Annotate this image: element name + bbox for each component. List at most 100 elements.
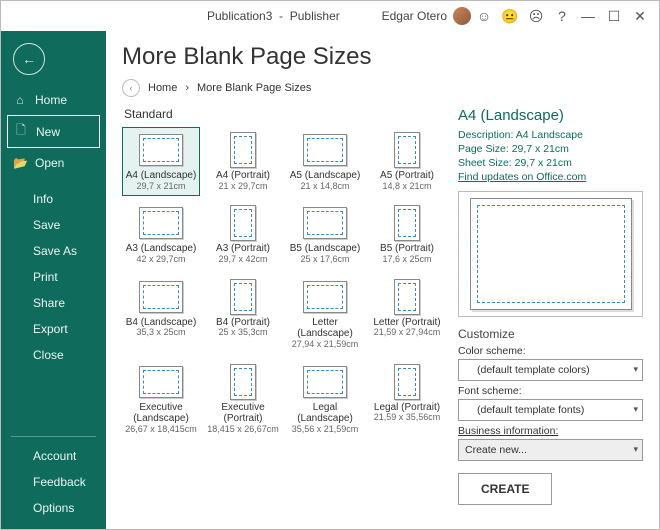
nav-close[interactable]: Close bbox=[1, 342, 106, 368]
selected-title: A4 (Landscape) bbox=[458, 107, 643, 124]
template-dimensions: 17,6 x 25cm bbox=[382, 255, 431, 265]
template-tile[interactable]: B5 (Landscape)25 x 17,6cm bbox=[286, 200, 364, 269]
titlebar: Publication3 - Publisher Edgar Otero ☺ 😐… bbox=[1, 1, 659, 31]
nav-options[interactable]: Options bbox=[1, 495, 106, 521]
preview-box bbox=[458, 191, 643, 317]
business-info-select[interactable]: Create new...▾ bbox=[458, 439, 643, 461]
template-name: Executive (Landscape) bbox=[125, 402, 197, 425]
template-dimensions: 35,3 x 25cm bbox=[136, 328, 185, 338]
page-thumb bbox=[303, 366, 347, 398]
template-tile[interactable]: Executive (Portrait)18,415 x 26,67cm bbox=[204, 359, 282, 440]
template-dimensions: 14,8 x 21cm bbox=[382, 182, 431, 192]
template-tile[interactable]: B4 (Portrait)25 x 35,3cm bbox=[204, 274, 282, 355]
template-dimensions: 21,59 x 35,56cm bbox=[374, 413, 441, 423]
template-name: Legal (Landscape) bbox=[289, 402, 361, 425]
template-tile[interactable]: Executive (Landscape)26,67 x 18,415cm bbox=[122, 359, 200, 440]
template-name: Executive (Portrait) bbox=[207, 402, 279, 425]
nav-home[interactable]: ⌂Home bbox=[1, 87, 106, 113]
page-thumb bbox=[230, 132, 256, 168]
template-dimensions: 29,7 x 42cm bbox=[218, 255, 267, 265]
back-button[interactable]: ← bbox=[13, 43, 45, 75]
template-dimensions: 21 x 29,7cm bbox=[218, 182, 267, 192]
preview-page bbox=[470, 198, 632, 310]
nav-account[interactable]: Account bbox=[1, 443, 106, 469]
account-area[interactable]: Edgar Otero bbox=[382, 7, 471, 25]
face-sad-icon[interactable]: ☹ bbox=[523, 3, 549, 29]
close-icon[interactable]: ✕ bbox=[627, 3, 653, 29]
templates-area: Standard A4 (Landscape)29,7 x 21cmA4 (Po… bbox=[122, 107, 446, 521]
page-thumb bbox=[139, 134, 183, 166]
nav-info[interactable]: Info bbox=[1, 186, 106, 212]
breadcrumb-home[interactable]: Home bbox=[148, 82, 177, 94]
template-dimensions: 18,415 x 26,67cm bbox=[207, 425, 279, 435]
nav-icon: 🗋 bbox=[14, 121, 28, 142]
nav-open[interactable]: 📂Open bbox=[1, 150, 106, 176]
face-smile-icon[interactable]: ☺ bbox=[471, 3, 497, 29]
breadcrumb: ‹ Home › More Blank Page Sizes bbox=[122, 79, 643, 97]
user-name: Edgar Otero bbox=[382, 9, 447, 23]
template-dimensions: 42 x 29,7cm bbox=[136, 255, 185, 265]
nav-feedback[interactable]: Feedback bbox=[1, 469, 106, 495]
page-thumb bbox=[139, 207, 183, 239]
help-icon[interactable]: ? bbox=[549, 3, 575, 29]
page-thumb bbox=[230, 364, 256, 400]
template-name: Letter (Landscape) bbox=[289, 317, 361, 340]
backstage-sidebar: ← ⌂Home🗋New📂Open InfoSaveSave AsPrintSha… bbox=[1, 31, 106, 529]
page-title: More Blank Page Sizes bbox=[122, 43, 643, 71]
template-name: A5 (Portrait) bbox=[380, 170, 434, 182]
template-tile[interactable]: Letter (Portrait)21,59 x 27,94cm bbox=[368, 274, 446, 355]
nav-save-as[interactable]: Save As bbox=[1, 238, 106, 264]
template-dimensions: 25 x 35,3cm bbox=[218, 328, 267, 338]
template-name: A4 (Landscape) bbox=[126, 170, 197, 182]
window-title: Publication3 - Publisher bbox=[207, 9, 340, 23]
chevron-down-icon: ▾ bbox=[633, 404, 638, 415]
minimize-icon[interactable]: — bbox=[575, 3, 601, 29]
font-scheme-select[interactable]: (default template fonts)▾ bbox=[458, 399, 643, 421]
nav-share[interactable]: Share bbox=[1, 290, 106, 316]
color-scheme-select[interactable]: (default template colors)▾ bbox=[458, 359, 643, 381]
main-panel: More Blank Page Sizes ‹ Home › More Blan… bbox=[106, 31, 659, 529]
template-tile[interactable]: B4 (Landscape)35,3 x 25cm bbox=[122, 274, 200, 355]
template-tile[interactable]: A4 (Portrait)21 x 29,7cm bbox=[204, 127, 282, 196]
template-name: A4 (Portrait) bbox=[216, 170, 270, 182]
nav-export[interactable]: Export bbox=[1, 316, 106, 342]
page-thumb bbox=[394, 205, 420, 241]
office-updates-link[interactable]: Find updates on Office.com bbox=[458, 171, 643, 183]
template-tile[interactable]: A5 (Portrait)14,8 x 21cm bbox=[368, 127, 446, 196]
template-tile[interactable]: Letter (Landscape)27,94 x 21,59cm bbox=[286, 274, 364, 355]
page-thumb bbox=[394, 132, 420, 168]
page-thumb bbox=[230, 205, 256, 241]
maximize-icon[interactable]: ☐ bbox=[601, 3, 627, 29]
create-button[interactable]: CREATE bbox=[458, 473, 552, 505]
breadcrumb-current: More Blank Page Sizes bbox=[197, 82, 311, 94]
template-dimensions: 21,59 x 27,94cm bbox=[374, 328, 441, 338]
template-tile[interactable]: A3 (Landscape)42 x 29,7cm bbox=[122, 200, 200, 269]
page-thumb bbox=[230, 279, 256, 315]
section-heading: Standard bbox=[124, 107, 446, 121]
avatar bbox=[453, 7, 471, 25]
face-neutral-icon[interactable]: 😐 bbox=[497, 3, 523, 29]
nav-new[interactable]: 🗋New bbox=[7, 115, 100, 148]
template-dimensions: 35,56 x 21,59cm bbox=[292, 425, 359, 435]
template-dimensions: 21 x 14,8cm bbox=[300, 182, 349, 192]
page-thumb bbox=[303, 281, 347, 313]
nav-save[interactable]: Save bbox=[1, 212, 106, 238]
details-pane: A4 (Landscape) Description: A4 Landscape… bbox=[458, 107, 643, 521]
page-thumb bbox=[394, 279, 420, 315]
template-name: A5 (Landscape) bbox=[290, 170, 361, 182]
template-tile[interactable]: A3 (Portrait)29,7 x 42cm bbox=[204, 200, 282, 269]
page-thumb bbox=[139, 366, 183, 398]
nav-print[interactable]: Print bbox=[1, 264, 106, 290]
template-tile[interactable]: A5 (Landscape)21 x 14,8cm bbox=[286, 127, 364, 196]
breadcrumb-back-icon[interactable]: ‹ bbox=[122, 79, 140, 97]
page-thumb bbox=[139, 281, 183, 313]
template-tile[interactable]: Legal (Portrait)21,59 x 35,56cm bbox=[368, 359, 446, 440]
page-thumb bbox=[303, 207, 347, 239]
chevron-down-icon: ▾ bbox=[633, 444, 638, 455]
app-window: Publication3 - Publisher Edgar Otero ☺ 😐… bbox=[0, 0, 660, 530]
template-grid: A4 (Landscape)29,7 x 21cmA4 (Portrait)21… bbox=[122, 127, 446, 440]
template-tile[interactable]: Legal (Landscape)35,56 x 21,59cm bbox=[286, 359, 364, 440]
chevron-down-icon: ▾ bbox=[633, 364, 638, 375]
template-tile[interactable]: B5 (Portrait)17,6 x 25cm bbox=[368, 200, 446, 269]
template-tile[interactable]: A4 (Landscape)29,7 x 21cm bbox=[122, 127, 200, 196]
